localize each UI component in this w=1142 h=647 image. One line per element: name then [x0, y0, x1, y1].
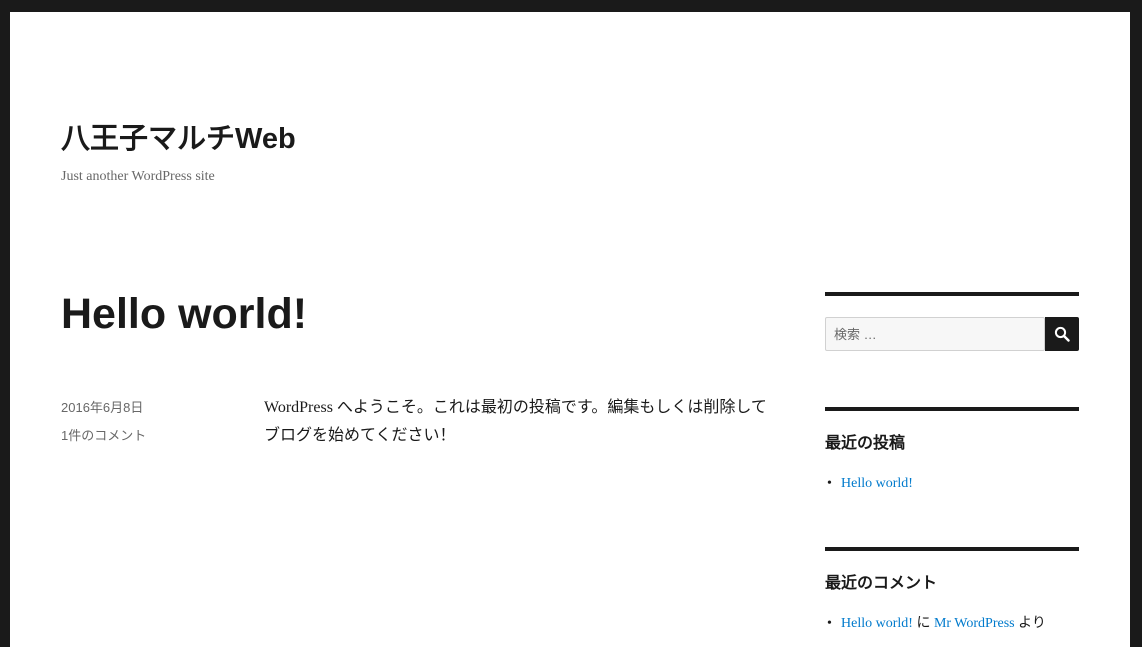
search-icon	[1054, 326, 1070, 342]
recent-posts-list: • Hello world!	[825, 474, 1079, 494]
site-header: 八王子マルチWeb Just another WordPress site	[61, 120, 661, 187]
sidebar: 最近の投稿 • Hello world! 最近のコメント • Hello wor…	[825, 292, 1079, 634]
post-meta: 2016年6月8日 1件のコメント	[61, 394, 241, 450]
recent-comments-list: • Hello world! に Mr WordPress より	[825, 614, 1079, 634]
comment-post-link[interactable]: Hello world!	[841, 616, 913, 631]
list-item: • Hello world! に Mr WordPress より	[825, 614, 1079, 634]
comment-joiner: に	[916, 616, 931, 631]
bullet-icon: •	[827, 476, 832, 491]
recent-comments-widget: 最近のコメント • Hello world! に Mr WordPress より	[825, 547, 1079, 634]
recent-post-link[interactable]: Hello world!	[841, 476, 913, 491]
list-item: • Hello world!	[825, 474, 1079, 494]
search-widget	[825, 292, 1079, 407]
search-button[interactable]	[1045, 317, 1079, 351]
search-form	[825, 317, 1079, 351]
site-page: 八王子マルチWeb Just another WordPress site He…	[10, 12, 1130, 647]
search-input[interactable]	[825, 317, 1045, 351]
post-comments-link[interactable]: 1件のコメント	[61, 422, 241, 450]
post-article: Hello world! 2016年6月8日 1件のコメント WordPress…	[61, 284, 781, 444]
comment-suffix: より	[1018, 616, 1046, 631]
comment-author-link[interactable]: Mr WordPress	[934, 616, 1015, 631]
site-title[interactable]: 八王子マルチWeb	[61, 120, 296, 158]
recent-posts-widget: 最近の投稿 • Hello world!	[825, 407, 1079, 547]
site-description: Just another WordPress site	[61, 169, 215, 184]
post-title[interactable]: Hello world!	[61, 284, 307, 344]
recent-comments-title: 最近のコメント	[825, 575, 938, 592]
post-content: WordPress へようこそ。これは最初の投稿です。編集もしくは削除してブログ…	[264, 399, 767, 444]
post-date-link[interactable]: 2016年6月8日	[61, 394, 241, 422]
recent-posts-title: 最近の投稿	[825, 435, 906, 452]
bullet-icon: •	[827, 616, 832, 631]
